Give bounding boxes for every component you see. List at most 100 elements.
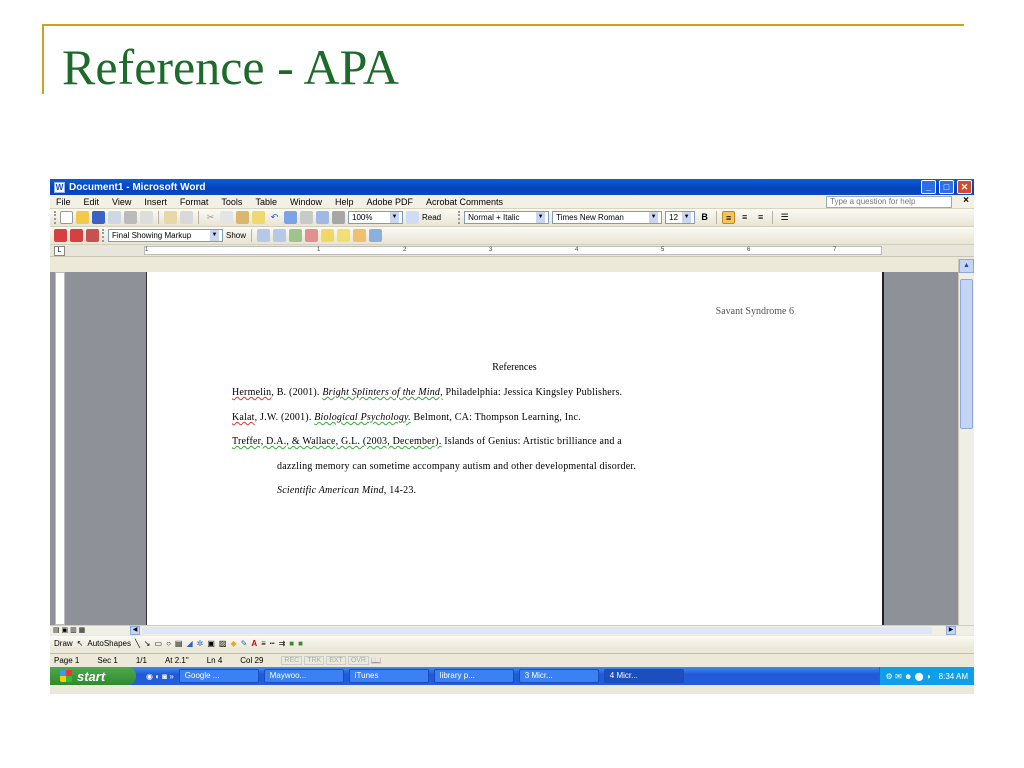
tables-borders-icon[interactable]	[300, 211, 313, 224]
bold-button[interactable]: B	[698, 211, 711, 224]
taskbar-button-library[interactable]: library p...	[433, 669, 514, 683]
undo-icon[interactable]: ↶	[268, 211, 281, 224]
bullets-icon[interactable]: ☰	[778, 211, 791, 224]
cut-icon[interactable]: ✂	[204, 211, 217, 224]
format-painter-icon[interactable]	[252, 211, 265, 224]
menu-file[interactable]: File	[56, 197, 71, 207]
dash-style-icon[interactable]: ┅	[270, 639, 275, 648]
columns-icon[interactable]	[332, 211, 345, 224]
align-left-icon[interactable]: ≡	[722, 211, 736, 224]
scroll-left-icon[interactable]: ◀	[130, 626, 140, 635]
line-icon[interactable]: ╲	[135, 639, 140, 648]
arrow-icon[interactable]: ↘	[144, 639, 151, 648]
vertical-ruler[interactable]	[55, 272, 65, 625]
start-button[interactable]: start	[50, 667, 136, 685]
picture-icon[interactable]: ▨	[219, 639, 227, 648]
taskbar-button-google[interactable]: Google ...	[178, 669, 259, 683]
vertical-scrollbar[interactable]: ▲	[958, 259, 974, 630]
next-change-icon[interactable]	[273, 229, 287, 242]
pdf-email-icon[interactable]	[70, 229, 83, 242]
taskbar-button-4-micr[interactable]: 4 Micr...	[603, 669, 684, 683]
align-right-icon[interactable]: ≡	[754, 211, 767, 224]
status-ext[interactable]: EXT	[326, 655, 346, 665]
new-document-icon[interactable]	[60, 211, 73, 224]
quick-launch-icon[interactable]: ◉ ◐ ◙ »	[146, 672, 174, 681]
read-button[interactable]: Read	[422, 213, 441, 222]
previous-change-icon[interactable]	[257, 229, 271, 242]
maximize-button[interactable]: □	[939, 180, 954, 194]
style-select[interactable]: Normal + Italic ▼	[464, 211, 550, 224]
print-preview-icon[interactable]	[140, 211, 153, 224]
tab-selector[interactable]: L	[54, 246, 65, 256]
font-size-select[interactable]: 12 ▼	[665, 211, 696, 224]
reject-change-icon[interactable]	[305, 229, 319, 242]
document-page[interactable]: Savant Syndrome 6 References Hermelin, B…	[146, 272, 884, 625]
status-rec[interactable]: REC	[281, 655, 303, 665]
spelling-icon[interactable]	[164, 211, 177, 224]
taskbar-button-maywood[interactable]: Maywoo...	[263, 669, 344, 683]
font-color-icon[interactable]: A	[251, 639, 257, 648]
tray-icons[interactable]: ⚙ ✉ ☻ ⬤ ◑	[886, 672, 931, 681]
spelling-status-icon[interactable]: 📖	[371, 656, 381, 665]
document-close-icon[interactable]: ×	[963, 195, 969, 206]
help-search-input[interactable]: Type a question for help	[826, 196, 952, 208]
taskbar-button-3-micr[interactable]: 3 Micr...	[518, 669, 599, 683]
autoshapes-menu-button[interactable]: AutoShapes	[87, 639, 131, 648]
draw-menu-button[interactable]: Draw	[54, 639, 73, 648]
reviewing-pane-icon[interactable]	[369, 229, 383, 242]
clipart-icon[interactable]: ▣	[207, 639, 215, 648]
minimize-button[interactable]: _	[921, 180, 936, 194]
permission-icon[interactable]	[108, 211, 121, 224]
menu-adobe-pdf[interactable]: Adobe PDF	[366, 197, 413, 207]
display-markup-select[interactable]: Final Showing Markup ▼	[108, 229, 223, 242]
show-menu-button[interactable]: Show	[226, 231, 246, 240]
shadow-icon[interactable]: ■	[289, 639, 294, 648]
oval-icon[interactable]: ○	[166, 639, 171, 648]
horizontal-ruler[interactable]: 1 1 2 3 4 5 6 7	[144, 246, 882, 255]
hyperlink-icon[interactable]	[284, 211, 297, 224]
highlight-icon[interactable]	[337, 229, 351, 242]
status-ovr[interactable]: OVR	[347, 655, 369, 665]
line-color-icon[interactable]: ✎	[241, 639, 248, 648]
insert-comment-icon[interactable]	[321, 229, 335, 242]
track-changes-icon[interactable]	[353, 229, 367, 242]
menu-tools[interactable]: Tools	[221, 197, 242, 207]
read-icon[interactable]	[406, 211, 419, 224]
copy-icon[interactable]	[220, 211, 233, 224]
view-buttons-icon[interactable]: ▤ ▣ ▥ ▦	[53, 626, 85, 634]
pdf-review-icon[interactable]	[86, 229, 99, 242]
line-style-icon[interactable]: ≡	[261, 639, 266, 648]
align-center-icon[interactable]: ≡	[738, 211, 751, 224]
accept-change-icon[interactable]	[289, 229, 303, 242]
open-folder-icon[interactable]	[76, 211, 89, 224]
zoom-select[interactable]: 100% ▼	[348, 211, 403, 224]
toolbar-grip[interactable]	[458, 211, 461, 224]
menu-insert[interactable]: Insert	[144, 197, 167, 207]
menu-format[interactable]: Format	[180, 197, 209, 207]
toolbar-grip[interactable]	[102, 229, 105, 242]
horizontal-scroll-track[interactable]	[142, 627, 932, 634]
save-icon[interactable]	[92, 211, 105, 224]
font-select[interactable]: Times New Roman ▼	[552, 211, 663, 224]
menu-help[interactable]: Help	[335, 197, 354, 207]
textbox-icon[interactable]: ▤	[175, 639, 183, 648]
menu-window[interactable]: Window	[290, 197, 322, 207]
print-icon[interactable]	[124, 211, 137, 224]
rectangle-icon[interactable]: ▭	[155, 639, 163, 648]
menu-acrobat-comments[interactable]: Acrobat Comments	[426, 197, 503, 207]
close-button[interactable]: ✕	[957, 180, 972, 194]
status-trk[interactable]: TRK	[304, 655, 325, 665]
taskbar-button-itunes[interactable]: iTunes	[348, 669, 429, 683]
select-objects-icon[interactable]: ↖	[77, 639, 84, 648]
research-icon[interactable]	[180, 211, 193, 224]
toolbar-grip[interactable]	[54, 211, 57, 224]
wordart-icon[interactable]: ◢	[186, 639, 192, 648]
arrow-style-icon[interactable]: ⇉	[279, 639, 286, 648]
diagram-icon[interactable]: ✲	[197, 639, 204, 648]
word-app-icon[interactable]: W	[54, 181, 65, 193]
scroll-thumb[interactable]	[960, 279, 973, 429]
fill-color-icon[interactable]: ◆	[230, 639, 236, 648]
insert-table-icon[interactable]	[316, 211, 329, 224]
3d-style-icon[interactable]: ■	[298, 639, 303, 648]
horizontal-scrollbar[interactable]: ▤ ▣ ▥ ▦ ◀ ▶	[50, 625, 974, 635]
